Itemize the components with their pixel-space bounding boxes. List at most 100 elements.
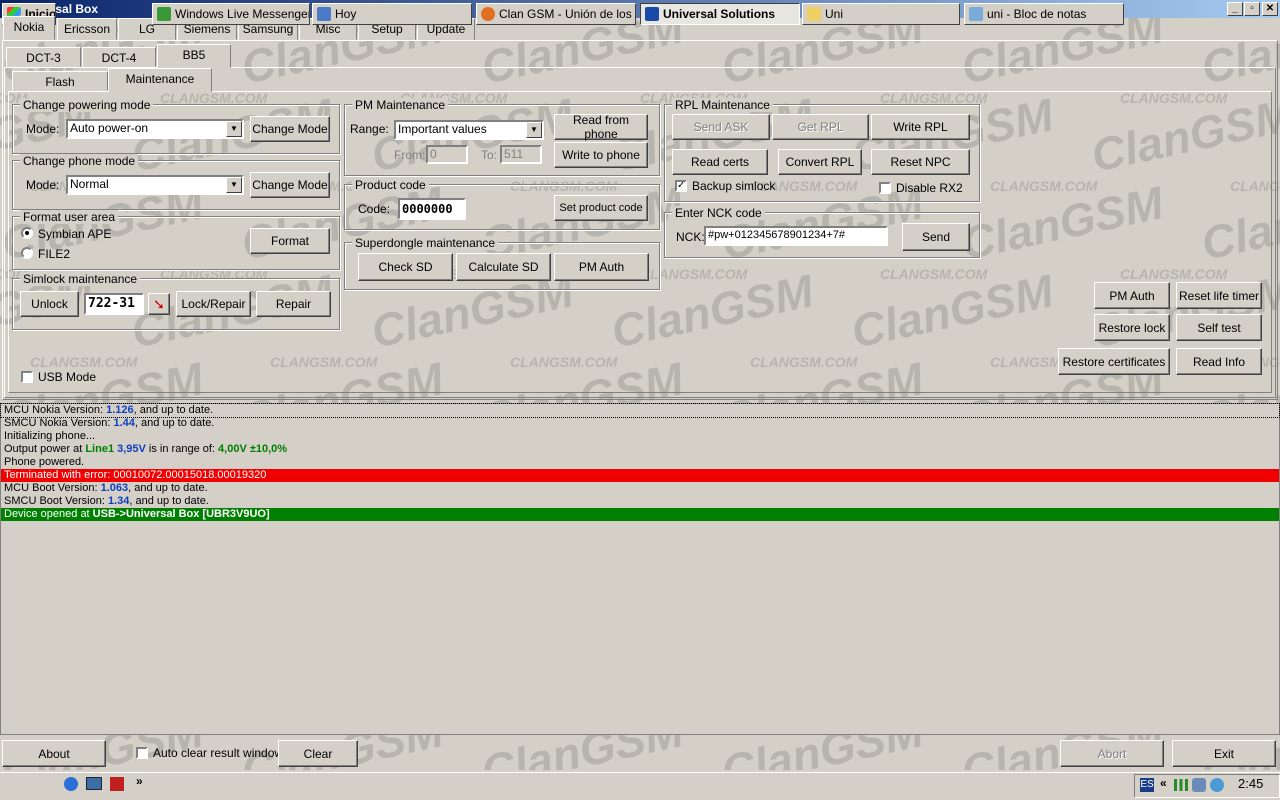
- internet-explorer-icon[interactable]: [64, 777, 78, 791]
- read-from-phone-button[interactable]: Read from phone: [554, 113, 648, 141]
- change-powering-mode-button[interactable]: Change Mode: [250, 116, 330, 142]
- tab-dct3[interactable]: DCT-3: [6, 47, 81, 67]
- nck-input[interactable]: #pw+012345678901234+7#: [704, 226, 888, 246]
- usb-mode-checkbox[interactable]: [21, 371, 33, 383]
- read-info-button[interactable]: Read Info: [1176, 348, 1262, 375]
- taskbar-item-universal[interactable]: Universal Solutions: [640, 3, 800, 25]
- taskbar-item-uni-folder[interactable]: Uni: [802, 3, 960, 25]
- symbian-ape-label: Symbian APE: [38, 227, 112, 241]
- firefox-icon: [481, 7, 495, 21]
- pick-icon[interactable]: ➘: [148, 293, 170, 315]
- log-line: Phone powered.: [4, 456, 85, 468]
- pm-auth-button[interactable]: PM Auth: [1094, 282, 1170, 309]
- log-line: Output power at Line1 3,95V is in range …: [4, 443, 288, 455]
- pm-title: PM Maintenance: [352, 98, 449, 112]
- taskbar-item-messenger[interactable]: Windows Live Messenger: [152, 3, 310, 25]
- app-quicklaunch-icon[interactable]: [110, 777, 124, 791]
- powering-title: Change powering mode: [20, 98, 154, 112]
- auto-clear-label: Auto clear result window: [153, 746, 284, 760]
- nck-label: NCK:: [676, 230, 705, 244]
- auto-clear-checkbox[interactable]: [136, 747, 148, 759]
- powering-mode-select[interactable]: Auto power-on ▼: [66, 119, 244, 139]
- taskbar-item-hoy[interactable]: Hoy: [312, 3, 472, 25]
- file2-radio[interactable]: [21, 247, 33, 259]
- tab-dct4[interactable]: DCT-4: [82, 47, 156, 67]
- language-icon[interactable]: ES: [1140, 778, 1154, 792]
- pm-from-field[interactable]: 0: [426, 145, 468, 164]
- self-test-button[interactable]: Self test: [1176, 314, 1262, 341]
- symbian-ape-radio[interactable]: [21, 227, 33, 239]
- clock: 2:45: [1238, 776, 1264, 791]
- repair-button[interactable]: Repair: [256, 291, 331, 317]
- log-line: MCU Boot Version: 1.063, and up to date.: [4, 482, 208, 494]
- write-to-phone-button[interactable]: Write to phone: [554, 142, 648, 168]
- phone-mode-select[interactable]: Normal ▼: [66, 175, 244, 195]
- simlock-title: Simlock maintenance: [20, 272, 141, 286]
- messenger-tray-icon[interactable]: [1210, 778, 1224, 792]
- read-certs-button[interactable]: Read certs: [672, 149, 768, 175]
- restore-lock-button[interactable]: Restore lock: [1094, 314, 1170, 341]
- universal-box-icon: [645, 7, 659, 21]
- reset-npc-button[interactable]: Reset NPC: [871, 149, 970, 175]
- rpl-title: RPL Maintenance: [672, 98, 773, 112]
- taskbar-item-firefox[interactable]: Clan GSM - Unión de los ...: [476, 3, 636, 25]
- pm-range-select[interactable]: Important values ▼: [394, 120, 544, 140]
- chevron-down-icon: ▼: [226, 177, 242, 193]
- about-button[interactable]: About: [2, 740, 106, 767]
- superdongle-pm-auth-button[interactable]: PM Auth: [554, 253, 649, 281]
- simlock-code-field[interactable]: 722-31: [84, 293, 144, 315]
- write-rpl-button[interactable]: Write RPL: [871, 114, 970, 140]
- tab-bb5[interactable]: BB5: [157, 44, 231, 68]
- messenger-window-icon: [317, 7, 331, 21]
- disable-rx2-checkbox[interactable]: [879, 182, 891, 194]
- pm-to-label: To:: [481, 148, 498, 162]
- backup-simlock-label: Backup simlock: [692, 179, 776, 193]
- chevron-down-icon: ▼: [226, 121, 242, 137]
- clear-button[interactable]: Clear: [278, 740, 358, 767]
- log-line: SMCU Boot Version: 1.34, and up to date.: [4, 495, 209, 507]
- desktop-icon[interactable]: [86, 777, 102, 790]
- tab-flash[interactable]: Flash: [12, 71, 108, 91]
- exit-button[interactable]: Exit: [1172, 740, 1276, 767]
- format-button[interactable]: Format: [250, 228, 330, 254]
- log-line: MCU Nokia Version: 1.126, and up to date…: [0, 403, 1280, 418]
- product-code-field[interactable]: 0000000: [398, 198, 466, 220]
- log-line: Initializing phone...: [4, 430, 96, 442]
- taskbar-item-notepad[interactable]: uni - Bloc de notas: [964, 3, 1124, 25]
- set-product-code-button[interactable]: Set product code: [554, 195, 648, 221]
- change-phone-mode-button[interactable]: Change Mode: [250, 172, 330, 198]
- signal-icon[interactable]: [1174, 779, 1188, 791]
- usb-mode-label: USB Mode: [38, 370, 97, 384]
- abort-button[interactable]: Abort: [1060, 740, 1164, 767]
- close-button[interactable]: ✕: [1262, 2, 1278, 16]
- reset-life-timer-button[interactable]: Reset life timer: [1176, 282, 1262, 309]
- unlock-button[interactable]: Unlock: [20, 291, 79, 317]
- lock-repair-button[interactable]: Lock/Repair: [176, 291, 251, 317]
- product-code-label: Code:: [358, 202, 391, 216]
- pm-range-label: Range:: [350, 122, 389, 136]
- send-ask-button[interactable]: Send ASK: [672, 114, 770, 140]
- powering-mode-label: Mode:: [26, 122, 60, 136]
- network-icon[interactable]: [1192, 778, 1206, 792]
- calculate-sd-button[interactable]: Calculate SD: [456, 253, 551, 281]
- convert-rpl-button[interactable]: Convert RPL: [778, 149, 862, 175]
- result-log[interactable]: MCU Nokia Version: 1.126, and up to date…: [0, 403, 1280, 735]
- superdongle-title: Superdongle maintenance: [352, 236, 499, 250]
- get-rpl-button[interactable]: Get RPL: [772, 114, 869, 140]
- tab-maintenance[interactable]: Maintenance: [108, 68, 212, 92]
- pm-to-field[interactable]: 511: [500, 145, 542, 164]
- restore-certificates-button[interactable]: Restore certificates: [1058, 348, 1170, 375]
- backup-simlock-checkbox[interactable]: ✓: [675, 180, 687, 192]
- tab-nokia[interactable]: Nokia: [3, 16, 55, 40]
- quicklaunch-chevron-icon[interactable]: »: [136, 774, 143, 788]
- taskbar: [0, 772, 1280, 800]
- check-sd-button[interactable]: Check SD: [358, 253, 453, 281]
- chevron-down-icon: ▼: [526, 122, 542, 138]
- minimize-button[interactable]: _: [1227, 2, 1243, 16]
- log-line: SMCU Nokia Version: 1.44, and up to date…: [4, 417, 215, 429]
- tab-ericsson[interactable]: Ericsson: [57, 18, 117, 40]
- send-nck-button[interactable]: Send: [902, 223, 970, 251]
- maximize-button[interactable]: ▫: [1244, 2, 1260, 16]
- tray-chevron-icon[interactable]: «: [1160, 776, 1167, 790]
- pm-from-label: From:: [394, 148, 426, 162]
